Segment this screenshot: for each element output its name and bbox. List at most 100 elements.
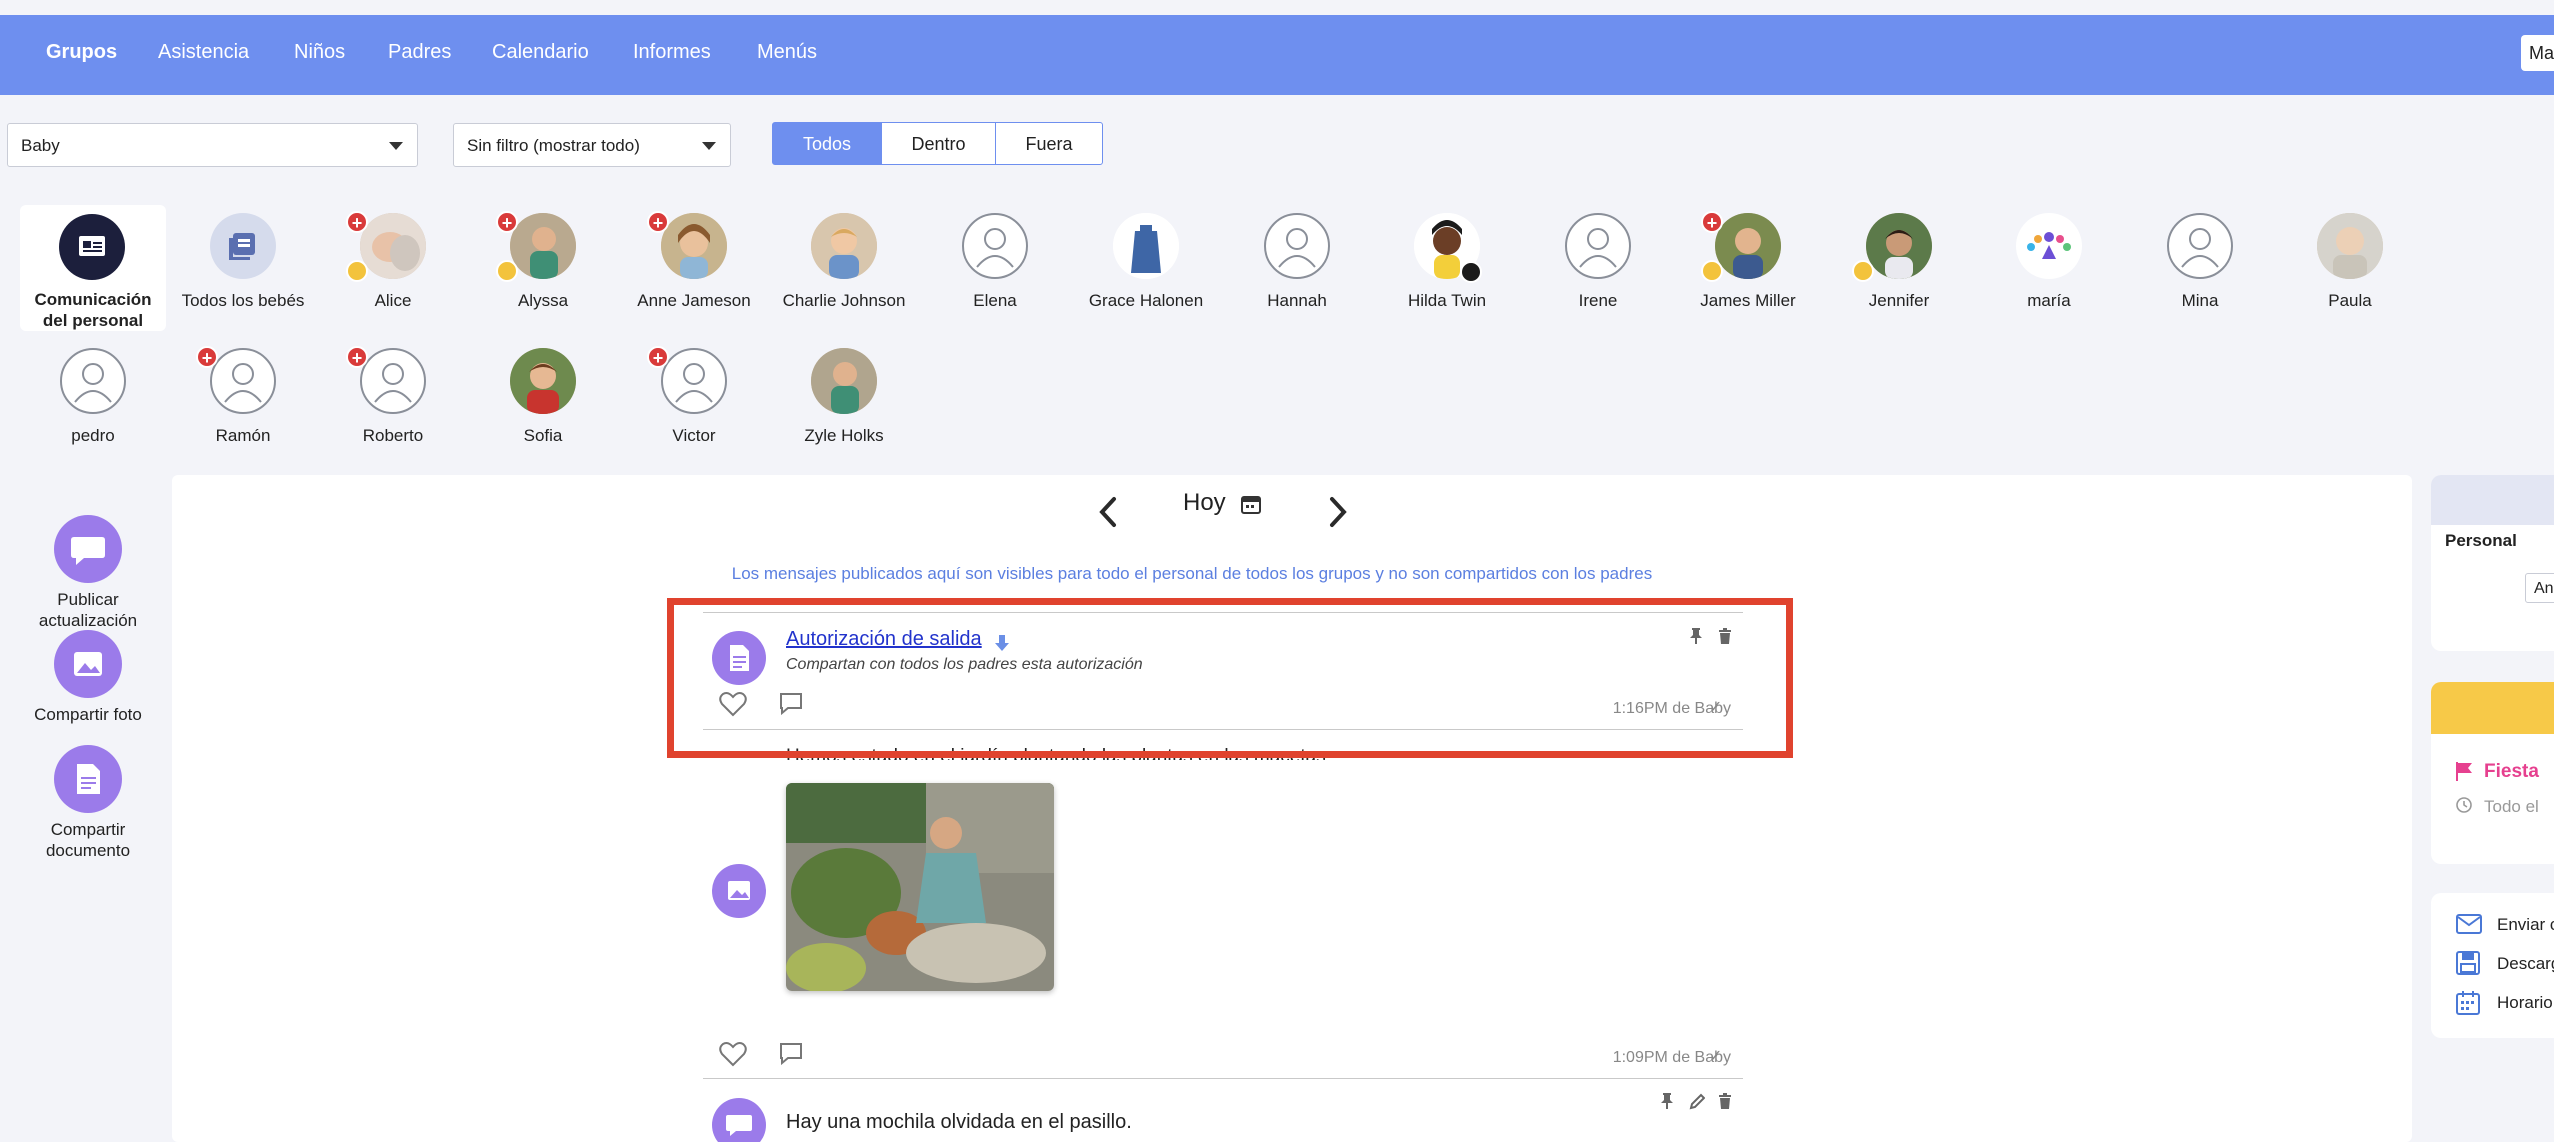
- chevron-down-icon: [389, 142, 403, 150]
- avatar: [811, 213, 877, 279]
- child-name: Roberto: [362, 426, 424, 445]
- child-name: Charlie Johnson: [782, 291, 906, 310]
- plus-icon: +: [496, 211, 518, 233]
- event-title[interactable]: Fiesta: [2484, 761, 2539, 783]
- child-name: maría: [2027, 291, 2071, 310]
- schedule-link[interactable]: Horario: [2497, 993, 2553, 1013]
- avatar: [510, 213, 576, 279]
- chat-bubble-icon: [54, 515, 122, 583]
- star-badge-icon: [1852, 260, 1874, 282]
- child-name: Alice: [374, 291, 412, 310]
- child-name: pedro: [71, 426, 115, 445]
- user-placeholder-icon: [962, 213, 1028, 279]
- highlight-box: [667, 598, 1793, 758]
- user-placeholder-icon: [1264, 213, 1330, 279]
- star-badge-icon: [1701, 260, 1723, 282]
- group-select-value: Baby: [21, 136, 60, 155]
- user-placeholder-icon: [1565, 213, 1631, 279]
- pin-icon[interactable]: [1660, 1092, 1674, 1115]
- user-menu-button[interactable]: Ma: [2521, 35, 2554, 71]
- plus-icon: +: [647, 346, 669, 368]
- share-photo-label: Compartir foto: [34, 705, 142, 724]
- staff-select[interactable]: An: [2525, 573, 2554, 603]
- child-name: Elena: [973, 291, 1017, 310]
- avatar: [811, 348, 877, 414]
- user-placeholder-icon: [60, 348, 126, 414]
- child-name: Todos los bebés: [181, 291, 305, 310]
- post-text: Hay una mochila olvidada en el pasillo.: [786, 1111, 1132, 1133]
- segment-todos[interactable]: Todos: [772, 122, 882, 165]
- envelope-icon: [2456, 914, 2482, 939]
- avatar: [510, 348, 576, 414]
- next-day-button[interactable]: [1327, 495, 1349, 534]
- avatar: [1715, 213, 1781, 279]
- child-name: Mina: [2181, 291, 2219, 310]
- top-navigation: Grupos Asistencia Niños Padres Calendari…: [0, 15, 2554, 95]
- schedule-calendar-icon: [2456, 991, 2480, 1020]
- plus-icon: +: [196, 346, 218, 368]
- nav-asistencia[interactable]: Asistencia: [158, 41, 249, 64]
- flag-icon: [2453, 760, 2475, 787]
- child-name: Grace Halonen: [1088, 291, 1204, 310]
- event-time: Todo el: [2484, 797, 2539, 816]
- nav-ninos[interactable]: Niños: [294, 41, 345, 64]
- avatar: [661, 213, 727, 279]
- segment-dentro[interactable]: Dentro: [881, 122, 996, 165]
- child-name: Irene: [1578, 291, 1618, 310]
- image-icon: [712, 864, 766, 918]
- group-select[interactable]: Baby: [7, 123, 418, 167]
- child-name: Hannah: [1267, 291, 1327, 310]
- child-name: Alyssa: [517, 291, 569, 310]
- star-badge-icon: [496, 260, 518, 282]
- date-label[interactable]: Hoy: [1183, 489, 1226, 517]
- nav-menus[interactable]: Menús: [757, 41, 817, 64]
- id-card-icon: [59, 214, 125, 280]
- save-disk-icon: [2456, 951, 2480, 980]
- document-icon: [54, 745, 122, 813]
- visibility-notice: Los mensajes publicados aquí son visible…: [731, 564, 1653, 583]
- like-heart-icon[interactable]: [719, 1041, 747, 1072]
- segment-fuera[interactable]: Fuera: [995, 122, 1103, 165]
- child-name: Sofia: [523, 426, 563, 445]
- staff-communication-tile[interactable]: Comunicación del personal: [20, 205, 166, 331]
- user-placeholder-icon: [2167, 213, 2233, 279]
- calendar-icon[interactable]: [1240, 493, 1262, 520]
- events-card: Fiesta Todo el: [2431, 682, 2554, 864]
- child-name: Zyle Holks: [804, 426, 884, 445]
- avatar: [2317, 213, 2383, 279]
- child-name: Victor: [672, 426, 716, 445]
- star-badge-icon: [346, 260, 368, 282]
- plus-icon: +: [346, 346, 368, 368]
- child-name: Paula: [2328, 291, 2372, 310]
- child-name: Anne Jameson: [637, 291, 751, 310]
- download-link[interactable]: Descarg: [2497, 954, 2554, 974]
- check-icon: ✓: [1709, 1048, 1723, 1065]
- avatar: [1866, 213, 1932, 279]
- child-name: Jennifer: [1868, 291, 1930, 310]
- links-card: Enviar c Descarg Horario: [2431, 893, 2554, 1038]
- edit-pencil-icon[interactable]: [1689, 1092, 1706, 1115]
- staff-card: Personal An: [2431, 475, 2554, 651]
- prev-day-button[interactable]: [1097, 495, 1119, 534]
- nav-calendario[interactable]: Calendario: [492, 41, 589, 64]
- child-name: Hilda Twin: [1407, 291, 1487, 310]
- avatar: [360, 213, 426, 279]
- clock-icon: [2455, 796, 2473, 819]
- send-link[interactable]: Enviar c: [2497, 915, 2554, 935]
- group-people-icon: [2016, 213, 2082, 279]
- card-header: [2431, 682, 2554, 734]
- user-placeholder-icon: [360, 348, 426, 414]
- nav-informes[interactable]: Informes: [633, 41, 711, 64]
- nav-padres[interactable]: Padres: [388, 41, 451, 64]
- child-name: James Miller: [1700, 291, 1796, 310]
- chevron-down-icon: [702, 142, 716, 150]
- post-photo[interactable]: [786, 783, 1054, 991]
- publish-update-label: Publicar actualización: [38, 590, 138, 630]
- nav-grupos[interactable]: Grupos: [46, 41, 117, 64]
- comment-icon[interactable]: [778, 1042, 804, 1071]
- trash-icon[interactable]: [1718, 1092, 1732, 1115]
- feed-panel: Hoy Los mensajes publicados aquí son vis…: [172, 475, 2412, 1142]
- no-photo-icon: [1460, 261, 1482, 283]
- user-placeholder-icon: [661, 348, 727, 414]
- filter-select[interactable]: Sin filtro (mostrar todo): [453, 123, 731, 167]
